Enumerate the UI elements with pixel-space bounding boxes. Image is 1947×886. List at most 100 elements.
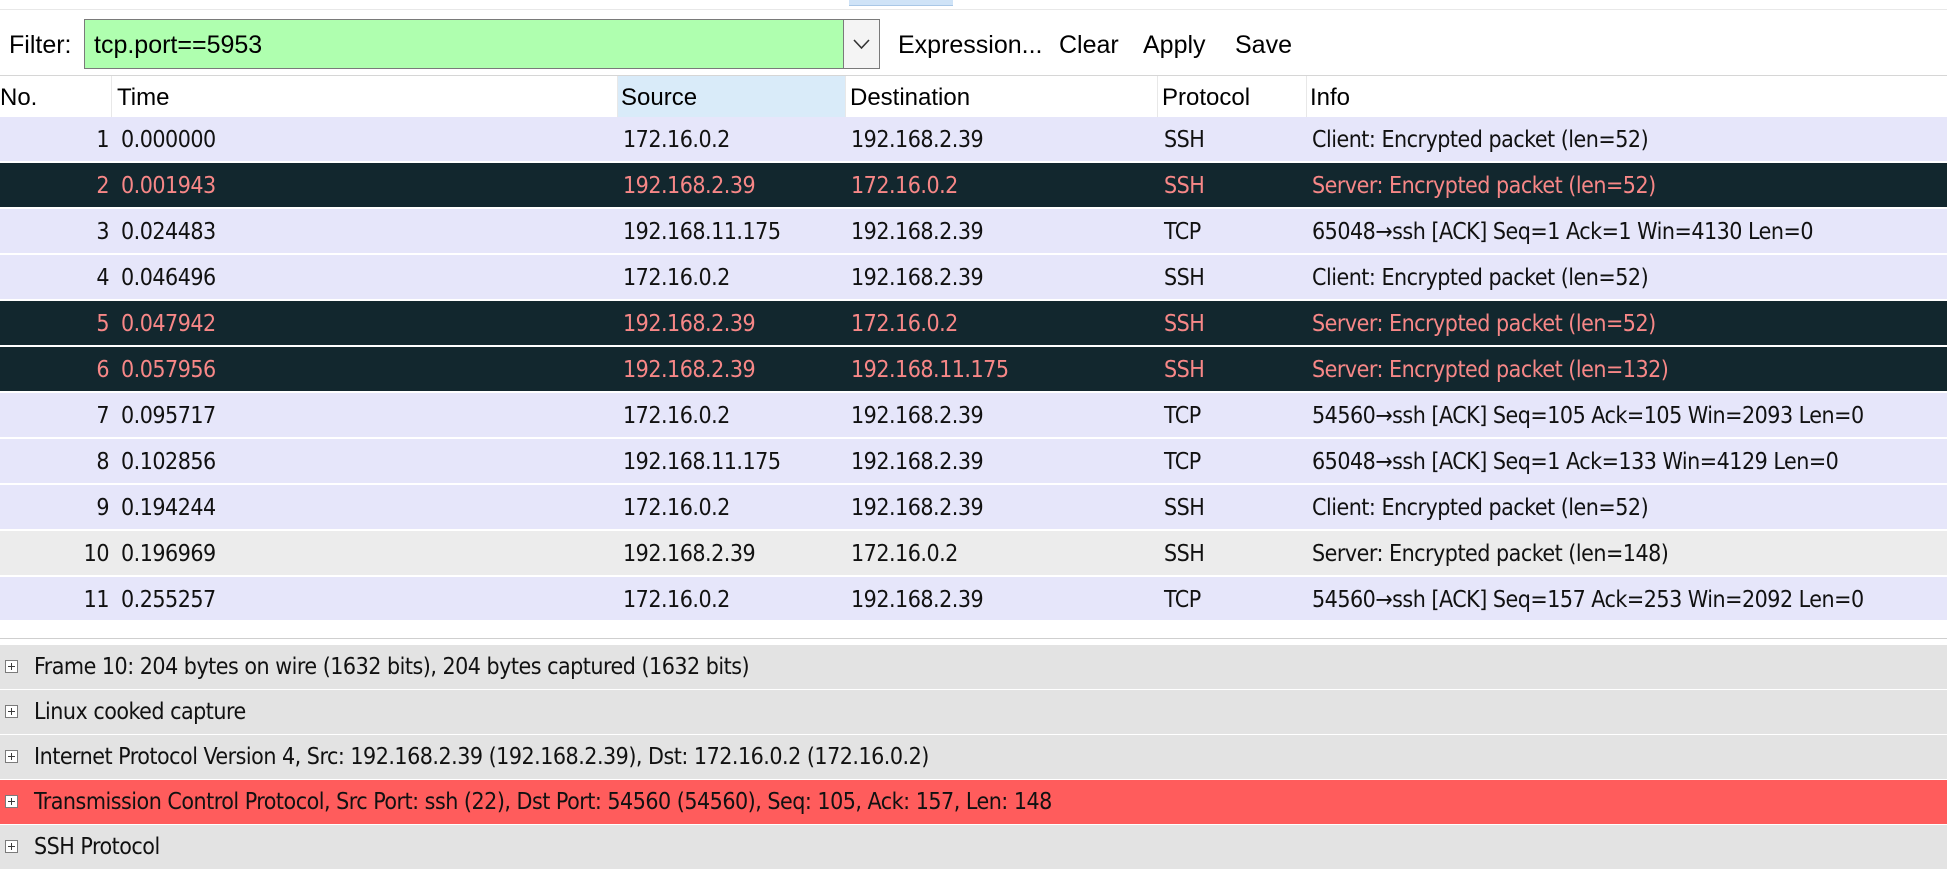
packet-protocol: SSH (1164, 495, 1205, 521)
packet-destination: 172.16.0.2 (851, 173, 958, 199)
column-header-destination[interactable]: Destination (846, 76, 1158, 117)
packet-no: 10 (83, 541, 110, 567)
packet-no: 1 (96, 127, 109, 153)
detail-row-ipv4[interactable]: Internet Protocol Version 4, Src: 192.16… (0, 735, 1947, 780)
packet-no: 4 (96, 265, 109, 291)
packet-row-selected[interactable]: 10 0.196969 192.168.2.39 172.16.0.2 SSH … (0, 531, 1947, 577)
expand-plus-icon[interactable] (5, 660, 18, 673)
packet-time: 0.196969 (121, 541, 216, 567)
display-filter-input[interactable]: tcp.port==5953 (84, 19, 844, 69)
column-header-protocol[interactable]: Protocol (1158, 76, 1307, 117)
expression-button[interactable]: Expression... (898, 31, 1043, 60)
packet-source: 172.16.0.2 (623, 127, 730, 153)
packet-info: Client: Encrypted packet (len=52) (1312, 495, 1649, 521)
packet-info: Server: Encrypted packet (len=52) (1312, 173, 1656, 199)
detail-row-tcp[interactable]: Transmission Control Protocol, Src Port:… (0, 780, 1947, 825)
packet-time: 0.095717 (121, 403, 216, 429)
packet-source: 192.168.11.175 (623, 449, 781, 475)
filter-toolbar: Filter: tcp.port==5953 Expression... Cle… (0, 9, 1947, 76)
packet-protocol: SSH (1164, 311, 1205, 337)
packet-row[interactable]: 4 0.046496 172.16.0.2 192.168.2.39 SSH C… (0, 255, 1947, 301)
packet-info: 65048→ssh [ACK] Seq=1 Ack=1 Win=4130 Len… (1312, 219, 1814, 245)
save-button[interactable]: Save (1235, 31, 1292, 60)
packet-time: 0.000000 (121, 127, 216, 153)
packet-row[interactable]: 6 0.057956 192.168.2.39 192.168.11.175 S… (0, 347, 1947, 393)
packet-destination: 192.168.2.39 (851, 449, 984, 475)
pane-splitter[interactable] (0, 620, 1947, 639)
packet-destination: 192.168.2.39 (851, 403, 984, 429)
packet-source: 192.168.11.175 (623, 219, 781, 245)
packet-source: 172.16.0.2 (623, 495, 730, 521)
packet-no: 6 (96, 357, 109, 383)
window-top-strip (0, 0, 1947, 7)
packet-protocol: TCP (1164, 403, 1201, 429)
packet-destination: 192.168.2.39 (851, 495, 984, 521)
packet-info: 65048→ssh [ACK] Seq=1 Ack=133 Win=4129 L… (1312, 449, 1839, 475)
column-header-source[interactable]: Source (618, 76, 846, 117)
packet-source: 192.168.2.39 (623, 541, 756, 567)
packet-row[interactable]: 11 0.255257 172.16.0.2 192.168.2.39 TCP … (0, 577, 1947, 623)
expand-plus-icon[interactable] (5, 840, 18, 853)
packet-row[interactable]: 5 0.047942 192.168.2.39 172.16.0.2 SSH S… (0, 301, 1947, 347)
clear-button[interactable]: Clear (1059, 31, 1119, 60)
column-header-time[interactable]: Time (112, 76, 618, 117)
packet-row[interactable]: 7 0.095717 172.16.0.2 192.168.2.39 TCP 5… (0, 393, 1947, 439)
packet-source: 192.168.2.39 (623, 173, 756, 199)
scroll-indicator (849, 0, 953, 6)
packet-source: 192.168.2.39 (623, 311, 756, 337)
packet-destination: 172.16.0.2 (851, 541, 958, 567)
expand-plus-icon[interactable] (5, 750, 18, 763)
filter-history-dropdown[interactable] (844, 19, 880, 69)
packet-row[interactable]: 2 0.001943 192.168.2.39 172.16.0.2 SSH S… (0, 163, 1947, 209)
packet-destination: 192.168.2.39 (851, 127, 984, 153)
packet-destination: 192.168.2.39 (851, 587, 984, 613)
packet-destination: 192.168.2.39 (851, 265, 984, 291)
packet-info: Server: Encrypted packet (len=132) (1312, 357, 1669, 383)
chevron-down-icon (853, 39, 870, 50)
packet-no: 8 (96, 449, 109, 475)
packet-row[interactable]: 9 0.194244 172.16.0.2 192.168.2.39 SSH C… (0, 485, 1947, 531)
packet-protocol: SSH (1164, 173, 1205, 199)
detail-text: Linux cooked capture (34, 699, 246, 725)
detail-row-frame[interactable]: Frame 10: 204 bytes on wire (1632 bits),… (0, 645, 1947, 690)
detail-row-ssh[interactable]: SSH Protocol (0, 825, 1947, 870)
apply-button[interactable]: Apply (1143, 31, 1206, 60)
packet-destination: 172.16.0.2 (851, 311, 958, 337)
packet-row[interactable]: 8 0.102856 192.168.11.175 192.168.2.39 T… (0, 439, 1947, 485)
packet-info: Server: Encrypted packet (len=52) (1312, 311, 1656, 337)
packet-no: 9 (96, 495, 109, 521)
packet-time: 0.194244 (121, 495, 216, 521)
packet-info: 54560→ssh [ACK] Seq=157 Ack=253 Win=2092… (1312, 587, 1864, 613)
packet-destination: 192.168.2.39 (851, 219, 984, 245)
packet-no: 5 (96, 311, 109, 337)
packet-destination: 192.168.11.175 (851, 357, 1009, 383)
packet-info: Client: Encrypted packet (len=52) (1312, 127, 1649, 153)
packet-row[interactable]: 3 0.024483 192.168.11.175 192.168.2.39 T… (0, 209, 1947, 255)
detail-text: SSH Protocol (34, 834, 160, 860)
packet-protocol: SSH (1164, 265, 1205, 291)
packet-row[interactable]: 1 0.000000 172.16.0.2 192.168.2.39 SSH C… (0, 117, 1947, 163)
packet-time: 0.046496 (121, 265, 216, 291)
packet-time: 0.024483 (121, 219, 216, 245)
column-header-info[interactable]: Info (1307, 76, 1947, 117)
packet-time: 0.102856 (121, 449, 216, 475)
detail-text: Internet Protocol Version 4, Src: 192.16… (34, 744, 929, 770)
detail-row-linux-cooked-capture[interactable]: Linux cooked capture (0, 690, 1947, 735)
filter-label: Filter: (9, 31, 72, 59)
packet-list-header: No. Time Source Destination Protocol Inf… (0, 76, 1947, 118)
expand-plus-icon[interactable] (5, 705, 18, 718)
column-header-no[interactable]: No. (0, 76, 112, 117)
detail-text: Transmission Control Protocol, Src Port:… (34, 789, 1052, 815)
packet-time: 0.001943 (121, 173, 216, 199)
packet-info: Client: Encrypted packet (len=52) (1312, 265, 1649, 291)
packet-source: 172.16.0.2 (623, 265, 730, 291)
packet-protocol: SSH (1164, 127, 1205, 153)
packet-no: 7 (96, 403, 109, 429)
packet-protocol: TCP (1164, 449, 1201, 475)
packet-time: 0.057956 (121, 357, 216, 383)
packet-no: 3 (96, 219, 109, 245)
expand-plus-icon[interactable] (5, 795, 18, 808)
packet-source: 172.16.0.2 (623, 587, 730, 613)
packet-protocol: TCP (1164, 587, 1201, 613)
packet-protocol: TCP (1164, 219, 1201, 245)
